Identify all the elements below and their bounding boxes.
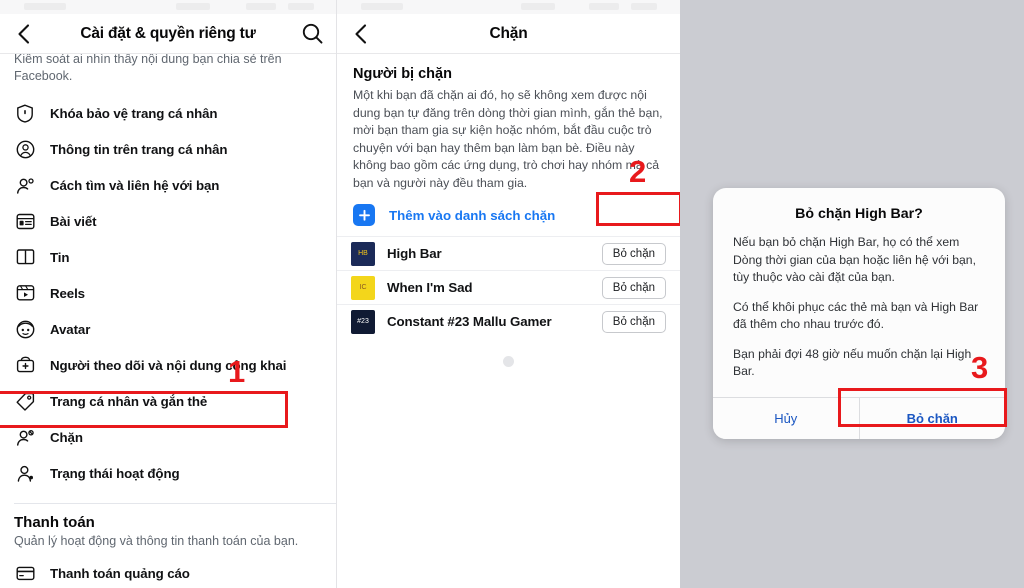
sidebar-item-stories[interactable]: Tin <box>0 239 336 275</box>
chevron-left-icon[interactable] <box>349 23 371 45</box>
dialog-paragraph: Nếu bạn bỏ chặn High Bar, họ có thể xem … <box>733 235 976 284</box>
unblock-confirm-dialog: Bỏ chặn High Bar? Nếu bạn bỏ chặn High B… <box>713 188 1005 439</box>
search-icon[interactable] <box>300 22 324 46</box>
page-title: Chặn <box>489 24 528 42</box>
dialog-actions: Hủy Bỏ chặn <box>713 396 1005 439</box>
middle-navbar: Chặn <box>337 14 680 54</box>
sidebar-item-label: Trang cá nhân và gắn thẻ <box>50 393 208 409</box>
constant-23-unblock-button[interactable]: Bỏ chặn <box>601 310 666 333</box>
menu-divider <box>14 503 336 504</box>
sidebar-item-label: Bài viết <box>50 213 97 229</box>
dialog-paragraph: Có thể khôi phục các thẻ mà bạn và High … <box>733 299 979 332</box>
payment-group-title: Thanh toán <box>14 514 95 531</box>
user-circle-icon <box>14 138 36 160</box>
sidebar-item-avatar[interactable]: Avatar <box>0 311 336 347</box>
status-bar-battery-blob <box>288 3 314 10</box>
avatar: #23 <box>351 309 375 334</box>
sidebar-item-blocking[interactable]: Chặn <box>0 419 336 455</box>
settings-menu-list: Khóa bảo vệ trang cá nhân Thông tin trên… <box>0 95 336 495</box>
payment-group-header: Thanh toán Quản lý hoạt động và thông ti… <box>0 514 336 549</box>
blocked-user-name: When I'm Sad <box>387 280 473 295</box>
blocked-section-header: Người bị chặn Một khi bạn đã chặn ai đó,… <box>337 54 680 192</box>
payment-group-subtitle: Quản lý hoạt động và thông tin thanh toá… <box>14 534 299 548</box>
sidebar-item-active-status[interactable]: Trạng thái hoạt động <box>0 455 336 491</box>
sidebar-item-label: Khóa bảo vệ trang cá nhân <box>50 105 218 121</box>
avatar: HB <box>351 241 375 266</box>
sidebar-item-ad-payments[interactable]: Thanh toán quảng cáo <box>0 555 336 588</box>
loading-spinner <box>503 356 514 367</box>
sidebar-item-label: Chặn <box>50 429 83 445</box>
avatar: IC <box>351 275 375 300</box>
high-bar-unblock-button[interactable]: Bỏ chặn <box>601 242 666 265</box>
credit-card-icon <box>14 562 36 584</box>
blocked-section-description: Một khi bạn đã chặn ai đó, họ sẽ không x… <box>353 88 663 190</box>
dialog-body: Bỏ chặn High Bar? Nếu bạn bỏ chặn High B… <box>713 188 1005 397</box>
user-search-icon <box>14 174 36 196</box>
dialog-title: Bỏ chặn High Bar? <box>795 206 923 222</box>
blocked-user-row[interactable]: #23 Constant #23 Mallu Gamer Bỏ chặn <box>337 304 680 338</box>
avatar-face-icon <box>14 318 36 340</box>
add-to-blocklist-button[interactable]: Thêm vào danh sách chặn <box>337 192 680 236</box>
shield-lock-icon <box>14 102 36 124</box>
sidebar-item-label: Trạng thái hoạt động <box>50 465 180 481</box>
status-bar-right-blob <box>589 3 619 10</box>
status-bar-battery-blob <box>631 3 657 10</box>
payment-menu-list: Thanh toán quảng cáo <box>0 549 336 588</box>
status-bar <box>0 0 336 14</box>
status-bar-right-blob <box>246 3 276 10</box>
when-im-sad-unblock-button[interactable]: Bỏ chặn <box>601 276 666 299</box>
status-bar-left-blob <box>361 3 403 10</box>
follower-add-icon <box>14 354 36 376</box>
status-bar <box>337 0 680 14</box>
blocked-user-name: Constant #23 Mallu Gamer <box>387 314 552 329</box>
sidebar-item-posts[interactable]: Bài viết <box>0 203 336 239</box>
dialog-confirm-button[interactable]: Bỏ chặn <box>858 397 1005 439</box>
sidebar-item-label: Thanh toán quảng cáo <box>50 565 190 581</box>
settings-privacy-panel: Cài đặt & quyền riêng tư Kiểm soát ai nh… <box>0 0 336 588</box>
sidebar-item-label: Avatar <box>50 321 91 337</box>
dialog-cancel-button[interactable]: Hủy <box>713 397 859 439</box>
reels-icon <box>14 282 36 304</box>
blocked-users-list: HB High Bar Bỏ chặn IC When I'm Sad Bỏ c… <box>337 236 680 338</box>
sidebar-item-reels[interactable]: Reels <box>0 275 336 311</box>
page-title: Cài đặt & quyền riêng tư <box>80 24 256 42</box>
blocked-user-row[interactable]: HB High Bar Bỏ chặn <box>337 236 680 270</box>
sidebar-item-label: Tin <box>50 249 70 265</box>
active-status-icon <box>14 462 36 484</box>
sidebar-item-followers[interactable]: Người theo dõi và nội dung công khai <box>0 347 336 383</box>
blocked-section-title: Người bị chặn <box>353 66 452 82</box>
privacy-blurb: Kiểm soát ai nhìn thấy nội dung bạn chia… <box>14 52 282 83</box>
sidebar-item-profile-lock[interactable]: Khóa bảo vệ trang cá nhân <box>0 95 336 131</box>
status-bar-left-blob <box>24 3 66 10</box>
post-icon <box>14 210 36 232</box>
sidebar-item-profile-tagging[interactable]: Trang cá nhân và gắn thẻ <box>0 383 336 419</box>
chevron-left-icon[interactable] <box>12 23 34 45</box>
blocked-user-row[interactable]: IC When I'm Sad Bỏ chặn <box>337 270 680 304</box>
dialog-paragraph: Bạn phải đợi 48 giờ nếu muốn chặn lại Hi… <box>733 346 972 379</box>
status-bar-mid-blob <box>176 3 210 10</box>
sidebar-item-label: Cách tìm và liên hệ với bạn <box>50 177 220 193</box>
sidebar-item-find-contact[interactable]: Cách tìm và liên hệ với bạn <box>0 167 336 203</box>
plus-icon <box>353 204 375 226</box>
book-icon <box>14 246 36 268</box>
sidebar-item-label: Người theo dõi và nội dung công khai <box>50 357 287 373</box>
screenshot-root: Cài đặt & quyền riêng tư Kiểm soát ai nh… <box>0 0 1024 588</box>
blocking-panel: Chặn Người bị chặn Một khi bạn đã chặn a… <box>336 0 680 588</box>
left-navbar: Cài đặt & quyền riêng tư <box>0 14 336 54</box>
status-bar-mid-blob <box>521 3 555 10</box>
sidebar-item-label: Thông tin trên trang cá nhân <box>50 141 228 157</box>
tag-icon <box>14 390 36 412</box>
add-to-blocklist-label: Thêm vào danh sách chặn <box>389 207 556 223</box>
blocked-user-name: High Bar <box>387 246 442 261</box>
sidebar-item-profile-info[interactable]: Thông tin trên trang cá nhân <box>0 131 336 167</box>
block-user-icon <box>14 426 36 448</box>
sidebar-item-label: Reels <box>50 285 85 301</box>
